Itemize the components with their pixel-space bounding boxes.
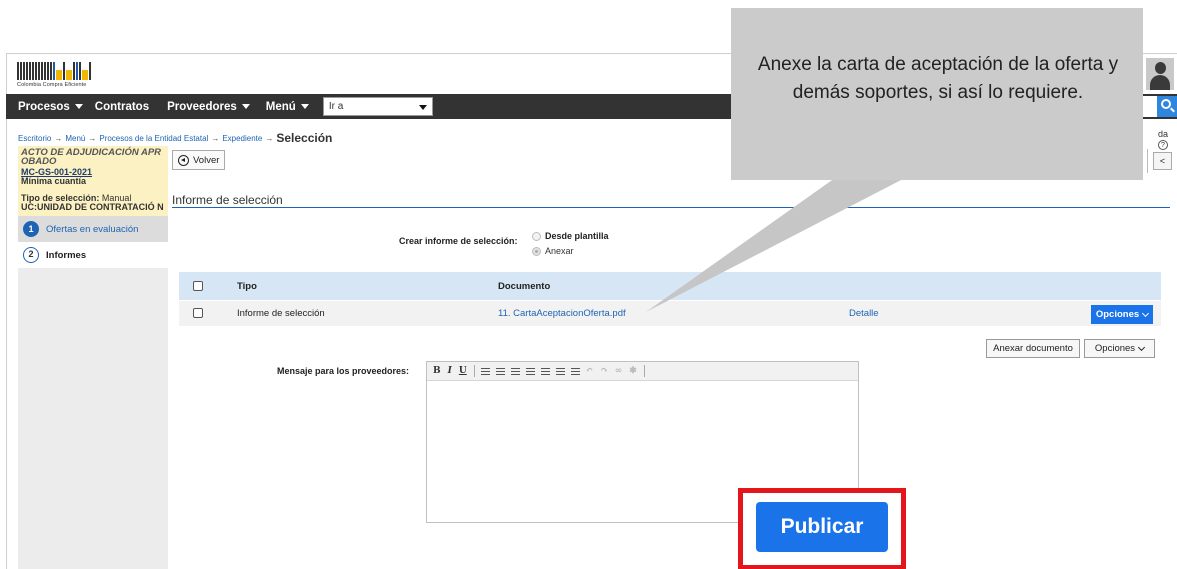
nav-procesos-label: Procesos — [18, 100, 70, 113]
numbered-list-icon[interactable] — [570, 367, 580, 375]
link-icon[interactable]: ∞ — [615, 366, 623, 376]
volver-label: Volver — [193, 154, 220, 166]
breadcrumb-expediente[interactable]: Expediente — [222, 134, 262, 143]
breadcrumb: Escritorio → Menú → Procesos de la Entid… — [18, 131, 332, 145]
nav-menu-label: Menú — [265, 100, 296, 113]
colombia-compra-logo[interactable]: Colombia Compra Eficiente — [17, 62, 117, 88]
anexar-documento-label: Anexar documento — [993, 343, 1073, 354]
user-avatar-icon[interactable] — [1146, 58, 1174, 90]
table-row: Informe de selección 11. CartaAceptacion… — [179, 301, 1161, 326]
section-title: Informe de selección — [172, 193, 283, 207]
align-right-icon[interactable] — [525, 367, 535, 375]
bullet-list-icon[interactable] — [555, 367, 565, 375]
align-center-icon[interactable] — [510, 367, 520, 375]
row-opciones-label: Opciones — [1095, 309, 1140, 320]
documents-table-header: Tipo Documento — [179, 272, 1161, 300]
breadcrumb-procesos[interactable]: Procesos de la Entidad Estatal — [99, 134, 208, 143]
breadcrumb-arrow-icon: → — [211, 133, 220, 143]
step-label: Informes — [46, 249, 87, 261]
step-number-2: 2 — [23, 247, 39, 263]
step-informes[interactable]: 2 Informes — [18, 242, 168, 268]
chevron-down-icon — [418, 105, 427, 110]
option-desde-plantilla[interactable]: Desde plantilla — [532, 231, 609, 241]
help-icon: ? — [1158, 140, 1168, 150]
chevron-down-icon — [74, 104, 83, 109]
help-label: da — [1158, 129, 1169, 139]
divider — [1147, 149, 1148, 173]
option-label: Desde plantilla — [545, 231, 609, 241]
step-number-1: 1 — [23, 221, 39, 237]
logo-barcode-icon — [17, 62, 117, 80]
breadcrumb-current: Selección — [276, 131, 333, 145]
italic-button[interactable]: I — [448, 366, 452, 376]
process-modality: Mínima cuantía — [21, 176, 87, 186]
goto-select-value: Ir a — [328, 101, 344, 112]
document-link[interactable]: 11. CartaAceptacionOferta.pdf — [498, 308, 626, 319]
detalle-link[interactable]: Detalle — [849, 308, 879, 319]
create-report-label: Crear informe de selección: — [399, 236, 518, 246]
process-unit: UC:UNIDAD DE CONTRATACIÓ N — [21, 202, 164, 212]
volver-button[interactable]: Volver — [172, 150, 226, 170]
header-tipo: Tipo — [237, 281, 257, 292]
step-ofertas-evaluacion[interactable]: 1 Ofertas en evaluación — [18, 216, 168, 242]
opciones-label: Opciones — [1094, 343, 1136, 354]
radio-selected-icon — [532, 246, 541, 256]
step-label: Ofertas en evaluación — [46, 223, 139, 235]
radio-icon — [532, 231, 541, 241]
nav-proveedores-label: Proveedores — [167, 100, 237, 113]
toolbar-separator — [643, 365, 645, 377]
underline-button[interactable]: U — [459, 366, 467, 376]
process-summary: ACTO DE ADJUDICACIÓN APR OBADO MC-GS-001… — [18, 146, 168, 216]
publicar-button[interactable]: Publicar — [756, 502, 888, 552]
breadcrumb-menu[interactable]: Menú — [65, 134, 85, 143]
goto-select[interactable]: Ir a — [322, 97, 433, 116]
row-opciones-button[interactable]: Opciones — [1091, 305, 1153, 324]
anexar-documento-button[interactable]: Anexar documento — [986, 339, 1080, 358]
chevron-down-icon — [1142, 309, 1150, 317]
process-sidebar: ACTO DE ADJUDICACIÓN APR OBADO MC-GS-001… — [18, 146, 168, 569]
breadcrumb-escritorio[interactable]: Escritorio — [18, 134, 51, 143]
nav-contratos[interactable]: Contratos — [95, 101, 149, 113]
opciones-dropdown-button[interactable]: Opciones — [1084, 339, 1155, 358]
option-label: Anexar — [545, 246, 574, 256]
callout-text: Anexe la carta de aceptación de la ofert… — [757, 54, 1119, 103]
breadcrumb-arrow-icon: → — [54, 133, 63, 143]
logo-text: Colombia Compra Eficiente — [17, 82, 87, 88]
bold-button[interactable]: B — [433, 366, 441, 376]
nav-proveedores[interactable]: Proveedores — [167, 101, 250, 113]
process-status: ACTO DE ADJUDICACIÓN APR OBADO — [21, 147, 162, 167]
align-justify-icon[interactable] — [540, 367, 550, 375]
undo-icon[interactable]: ↶ — [586, 366, 594, 376]
editor-toolbar: B I U ↶ ↷ ∞ ✱ — [427, 362, 858, 381]
row-checkbox[interactable] — [193, 308, 203, 318]
help-link[interactable]: da ? — [1158, 129, 1177, 150]
option-anexar[interactable]: Anexar — [532, 246, 574, 256]
nav-procesos[interactable]: Procesos — [18, 101, 83, 113]
chevron-down-icon — [300, 104, 309, 109]
search-icon — [1161, 99, 1171, 109]
search-button[interactable] — [1157, 96, 1177, 117]
row-tipo: Informe de selección — [237, 308, 325, 319]
nav-contratos-label: Contratos — [94, 100, 150, 113]
redo-icon[interactable]: ↷ — [600, 366, 608, 376]
unlink-icon[interactable]: ✱ — [629, 366, 637, 376]
select-all-checkbox[interactable] — [193, 281, 203, 291]
back-arrow-icon — [178, 154, 189, 166]
nav-menu[interactable]: Menú — [266, 101, 309, 113]
breadcrumb-arrow-icon: → — [265, 133, 274, 143]
toolbar-separator — [473, 365, 475, 377]
chevron-down-icon — [1138, 343, 1146, 351]
strikethrough-icon[interactable] — [480, 367, 490, 375]
previous-button[interactable]: < — [1153, 152, 1172, 170]
breadcrumb-arrow-icon: → — [88, 133, 97, 143]
chevron-down-icon — [241, 104, 250, 109]
section-divider — [172, 207, 1170, 208]
message-label: Mensaje para los proveedores: — [277, 366, 410, 376]
header-documento: Documento — [498, 281, 551, 292]
align-left-icon[interactable] — [495, 367, 505, 375]
